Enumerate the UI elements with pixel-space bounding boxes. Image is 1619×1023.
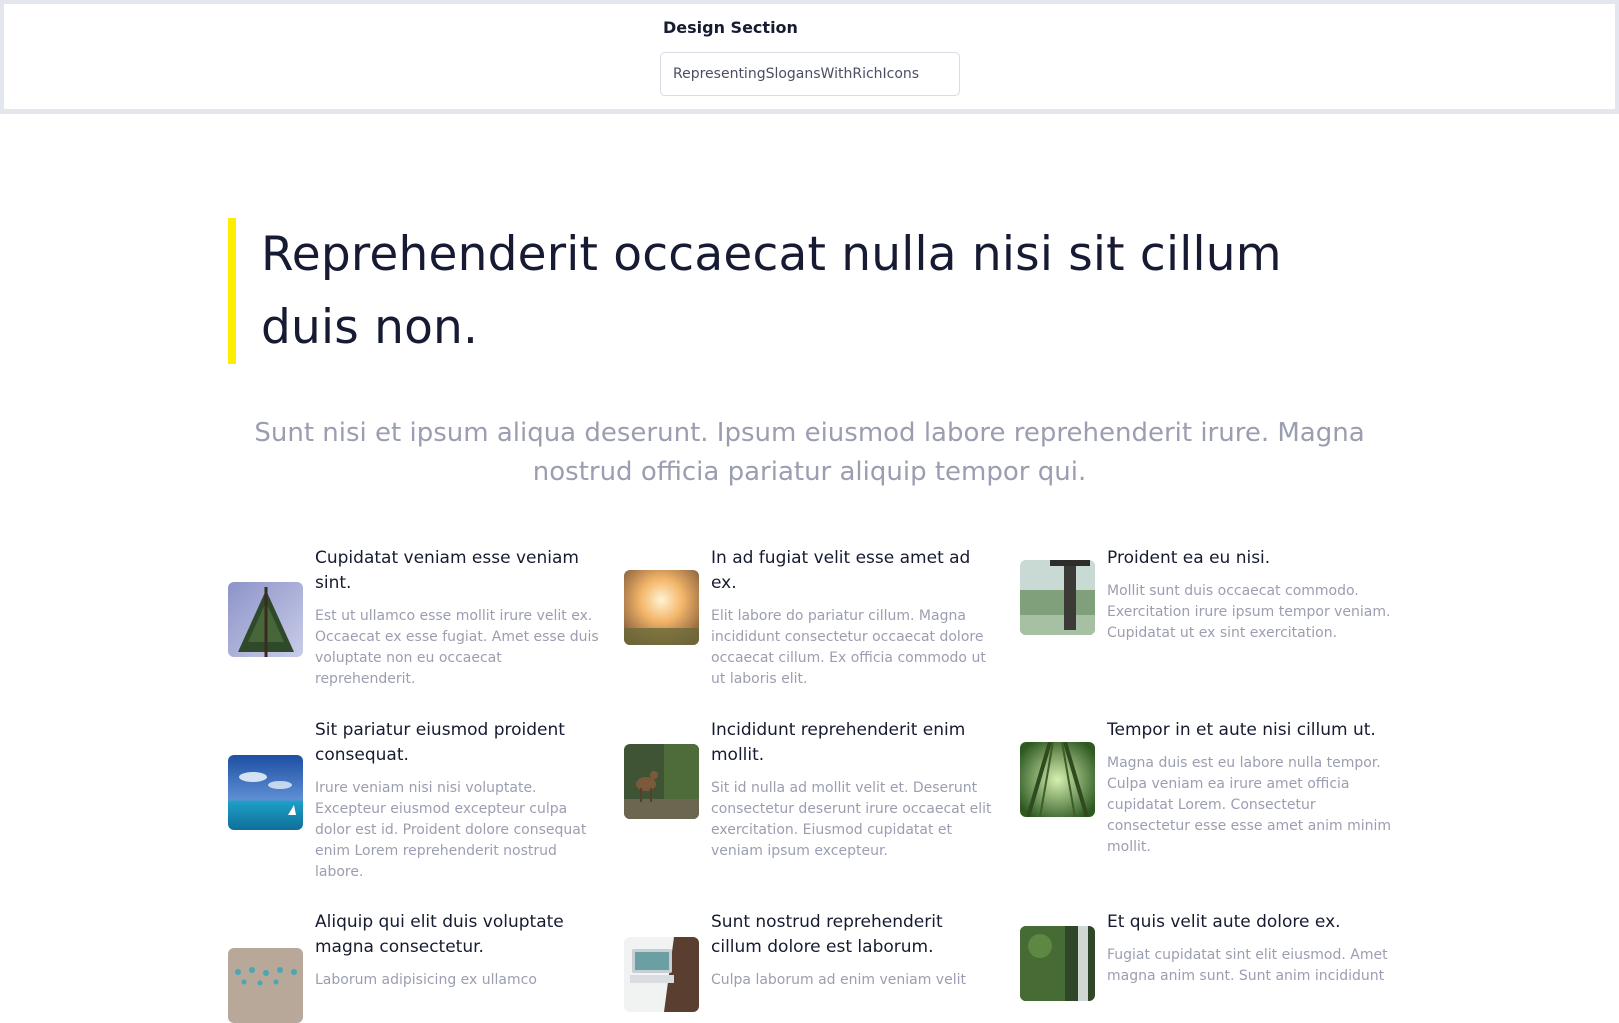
feature-title: Aliquip qui elit duis voluptate magna co…	[315, 912, 564, 957]
feature-title: Tempor in et aute nisi cillum ut.	[1107, 720, 1376, 740]
deer-forest-photo	[624, 744, 699, 819]
feature-description: Sit id nulla ad mollit velit et. Deserun…	[711, 780, 992, 859]
feature-description: Irure veniam nisi nisi voluptate. Except…	[315, 780, 587, 880]
feature-title: Sunt nostrud reprehenderit cillum dolore…	[711, 912, 943, 957]
feature-description: Fugiat cupidatat sint elit eiusmod. Amet…	[1107, 947, 1388, 984]
feature-title: Proident ea eu nisi.	[1107, 548, 1271, 568]
feature-description: Est ut ullamco esse mollit irure velit e…	[315, 608, 599, 687]
feature-title: Et quis velit aute dolore ex.	[1107, 912, 1341, 932]
feature-title: Cupidatat veniam esse veniam sint.	[315, 548, 579, 593]
feature-title: In ad fugiat velit esse amet ad ex.	[711, 548, 971, 593]
feature-description: Mollit sunt duis occaecat commodo. Exerc…	[1107, 583, 1391, 641]
tree-branch-photo	[228, 582, 303, 657]
sunlight-field-photo	[624, 570, 699, 645]
feature-description: Elit labore do pariatur cillum. Magna in…	[711, 608, 986, 687]
hero-subtitle: Sunt nisi et ipsum aliqua deserunt. Ipsu…	[254, 418, 1365, 487]
design-section-select[interactable]: RepresentingSlogansWithRichIcons	[660, 52, 960, 96]
feature-description: Culpa laborum ad enim veniam velit	[711, 972, 966, 988]
design-section-label: Design Section	[663, 18, 798, 37]
laptop-desk-photo	[624, 937, 699, 1012]
feature-description: Magna duis est eu labore nulla tempor. C…	[1107, 755, 1392, 855]
bamboo-forest-photo	[1020, 742, 1095, 817]
ocean-sky-photo	[228, 755, 303, 830]
hero-slogan: Reprehenderit occaecat nulla nisi sit ci…	[228, 218, 1378, 364]
hero-title: Reprehenderit occaecat nulla nisi sit ci…	[261, 227, 1282, 355]
waterfall-forest-photo	[1020, 926, 1095, 1001]
hero-accent-bar	[228, 218, 236, 364]
design-section-bar: Design Section RepresentingSlogansWithRi…	[0, 0, 1619, 114]
design-section-control: Design Section RepresentingSlogansWithRi…	[660, 18, 960, 96]
feature-title: Incididunt reprehenderit enim mollit.	[711, 720, 966, 765]
feature-title: Sit pariatur eiusmod proident consequat.	[315, 720, 565, 765]
pier-post-lake-photo	[1020, 560, 1095, 635]
water-drops-photo	[228, 948, 303, 1023]
feature-description: Laborum adipisicing ex ullamco	[315, 972, 537, 988]
